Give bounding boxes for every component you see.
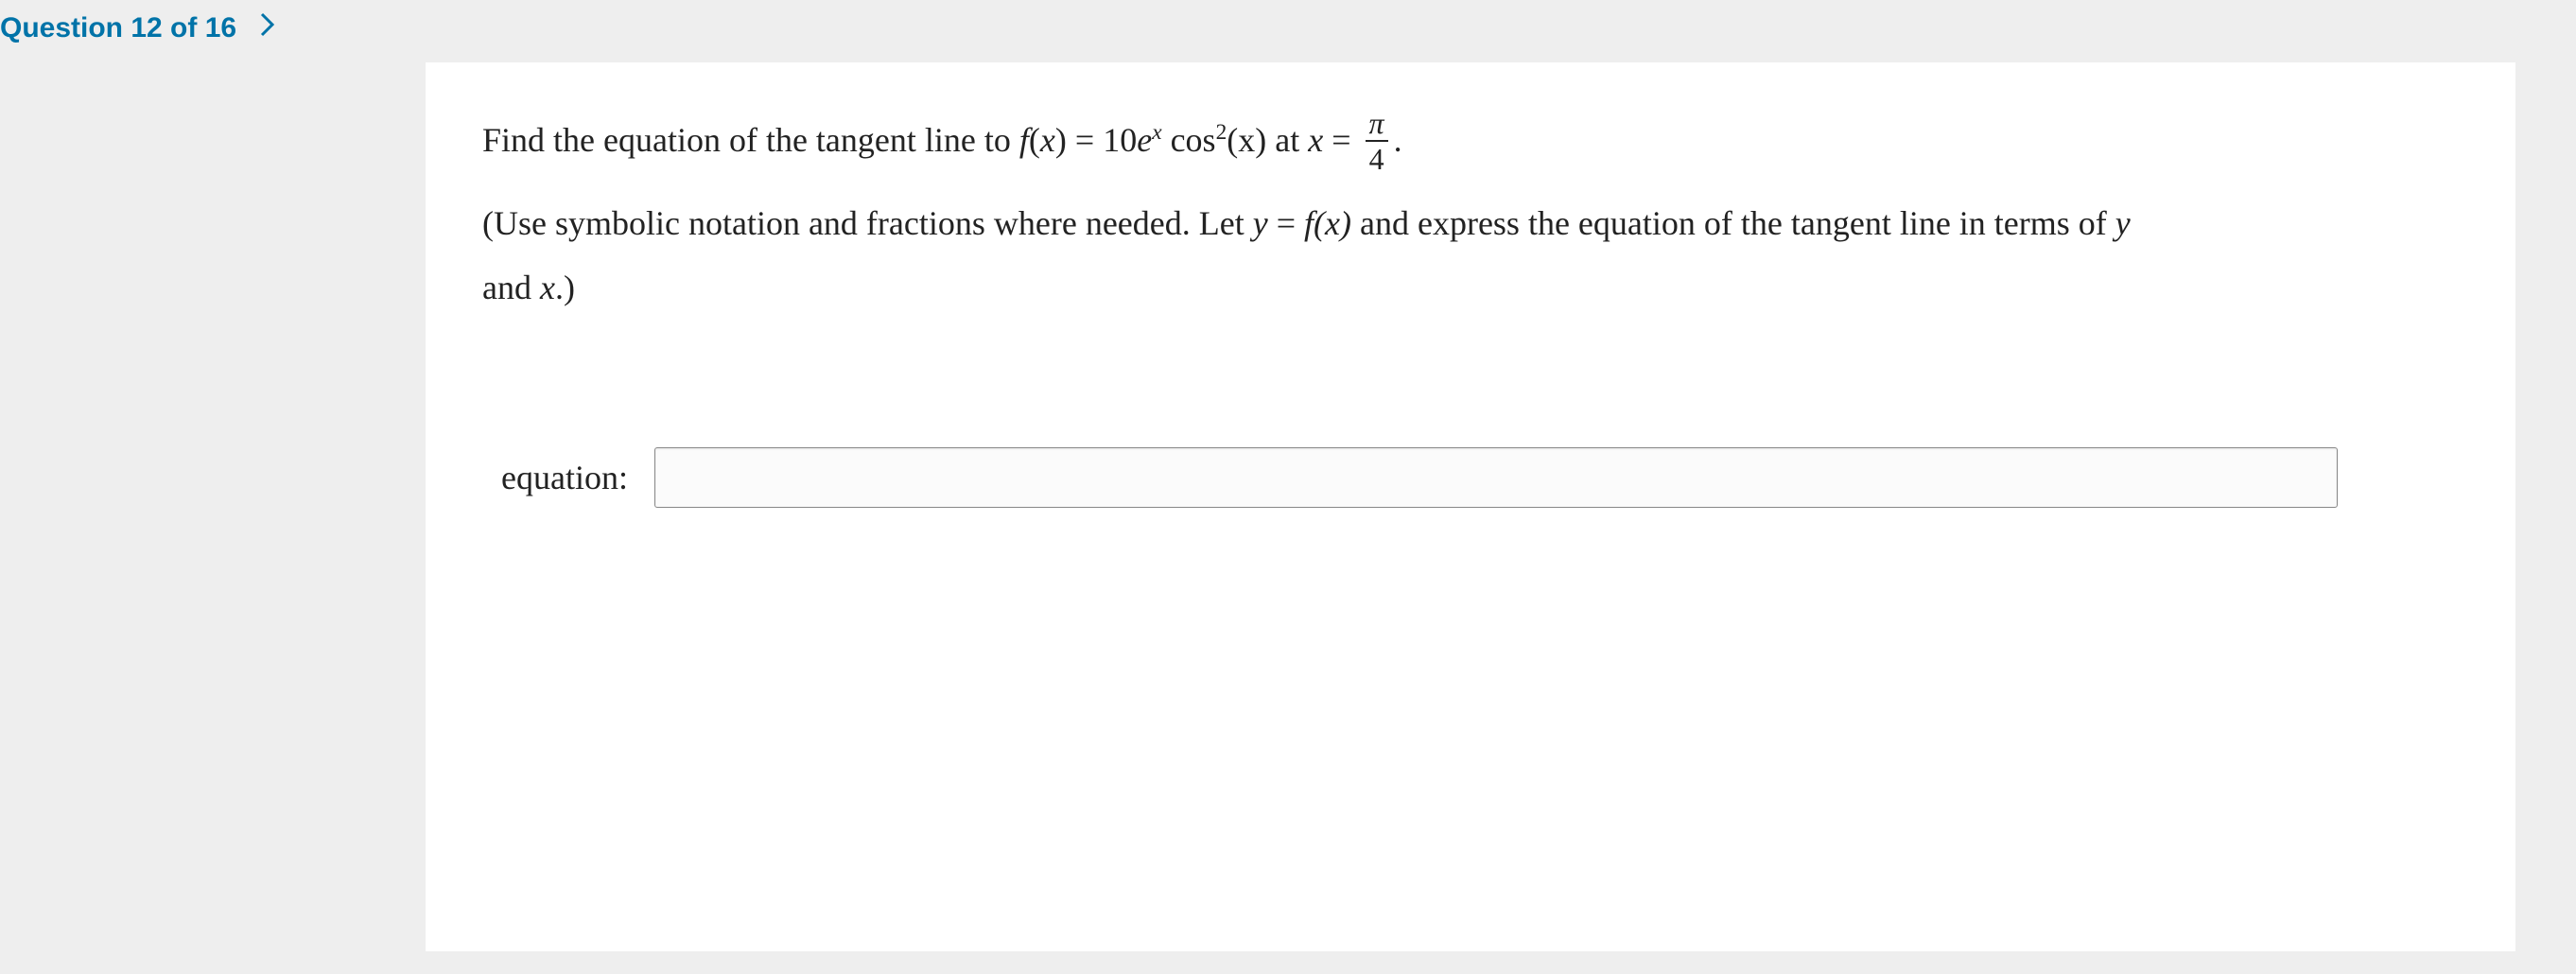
question-header: Question 12 of 16 [0,0,2576,62]
coefficient: 10 [1103,121,1137,159]
math-expression: f(x) = 10ex cos2(x) at x = [1011,113,1360,168]
hint-text-4: .) [555,269,575,306]
hint-text-3: and [482,269,540,306]
problem-hint-line-1: (Use symbolic notation and fractions whe… [482,197,2459,252]
question-content-card: Find the equation of the tangent line to… [426,62,2515,951]
equals-sign: = [1067,121,1103,159]
hint-text-1: (Use symbolic notation and fractions whe… [482,204,1253,242]
fraction-pi-over-4: π 4 [1366,108,1388,174]
equation-input[interactable] [654,447,2338,508]
fraction-denominator: 4 [1366,142,1388,174]
hint-y2: y [2115,204,2131,242]
hint-y: y [1253,204,1268,242]
problem-prefix: Find the equation of the tangent line to [482,113,1011,168]
e-base: e [1137,121,1152,159]
hint-x2: x [540,269,555,306]
hint-text-2: and express the equation of the tangent … [1351,204,2115,242]
answer-label: equation: [501,458,628,497]
trig-exp: 2 [1216,120,1227,145]
x-var: x [1308,121,1323,159]
problem-line-1: Find the equation of the tangent line to… [482,108,2459,174]
problem-statement: Find the equation of the tangent line to… [482,108,2459,315]
period: . [1394,113,1402,168]
func-arg: x [1040,121,1055,159]
hint-fx: f(x) [1304,204,1351,242]
answer-row: equation: [501,447,2459,508]
next-question-chevron-icon[interactable] [259,11,276,45]
func-name: f [1019,121,1029,159]
trig-arg: (x) [1227,121,1266,159]
hint-eq: = [1268,204,1304,242]
exponent: x [1152,120,1161,145]
question-number-label: Question 12 of 16 [0,12,236,44]
trig-fn: cos [1162,121,1216,159]
problem-hint-line-2: and x.) [482,261,2459,316]
at-text: at [1266,121,1308,159]
fraction-numerator: π [1366,108,1388,142]
